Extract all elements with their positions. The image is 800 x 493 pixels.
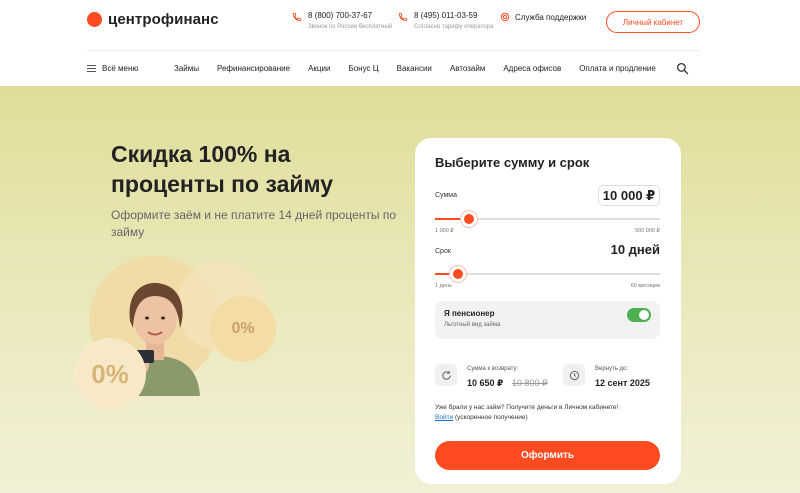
term-label: Срок [435,248,451,255]
logo-text: центрофинанс [108,11,219,28]
nav-item-autoloan[interactable]: Автозайм [450,64,485,73]
return-old-value: 10 800 ₽ [512,378,548,388]
calculator-title: Выберите сумму и срок [435,155,590,170]
due-value: 12 сент 2025 [595,378,650,388]
search-icon[interactable] [676,62,689,75]
personal-cabinet-button[interactable]: Личный кабинет [606,11,700,33]
hero-subtitle: Оформите заём и не платите 14 дней проце… [111,208,396,239]
site-header: центрофинанс 8 (800) 700-37-67 Звонок по… [0,0,800,50]
burger-menu-icon [87,65,96,72]
submit-loan-button[interactable]: Оформить [435,441,660,470]
loan-summary: Сумма к возврату: 10 650 ₽ 10 800 ₽ Верн… [435,364,660,394]
clock-icon [569,370,579,380]
zero-percent-badge-big: 0% [74,338,146,410]
zero-percent-badge-small: 0% [210,296,276,362]
amount-slider-handle[interactable] [460,211,477,227]
nav-item-vacancies[interactable]: Вакансии [397,64,432,73]
term-max: 60 месяцев [630,283,660,289]
amount-min: 1 000 ₽ [435,228,454,234]
pensioner-toggle[interactable] [627,308,651,322]
phone-moscow[interactable]: 8 (495) 011-03-59 Согласно тарифу операт… [398,11,493,30]
nav-items: Займы Рефинансирование Акции Бонус Ц Вак… [174,64,674,73]
phone-icon [398,12,408,22]
amount-label: Сумма [435,192,457,199]
all-menu-label: Всё меню [102,64,139,73]
due-icon-box [563,364,585,386]
term-min: 1 день [435,283,452,289]
term-value[interactable]: 10 дней [595,242,660,257]
amount-input[interactable]: 10 000 ₽ [598,185,660,206]
note-text: Уже брали у нас займ? Получите деньги в … [435,404,619,411]
nav-item-payment[interactable]: Оплата и продление [579,64,656,73]
note-after: (ускоренное получение) [455,414,528,421]
pensioner-subtitle: Льготный вид займа [444,322,501,328]
support-icon [500,12,510,22]
nav-item-bonus[interactable]: Бонус Ц [348,64,378,73]
phone-number: 8 (800) 700-37-67 [308,11,373,20]
logo-mark-icon [87,12,102,27]
nav-item-refinancing[interactable]: Рефинансирование [217,64,290,73]
amount-slider[interactable] [435,211,660,227]
phone-note: Звонок по России бесплатный [308,24,393,30]
due-label: Вернуть до: [595,366,629,372]
return-icon-box [435,364,457,386]
nav-item-offices[interactable]: Адреса офисов [503,64,561,73]
nav-item-promotions[interactable]: Акции [308,64,330,73]
support-link[interactable]: Служба поддержки [500,12,586,22]
hero-title: Скидка 100% на проценты по займу [111,141,334,197]
refresh-icon [441,370,451,380]
term-slider-handle[interactable] [449,266,466,282]
term-slider[interactable] [435,266,660,282]
logo[interactable]: центрофинанс [87,11,219,28]
pensioner-title: Я пенсионер [444,309,495,318]
support-label: Служба поддержки [515,12,587,22]
login-link[interactable]: Войти [435,414,453,421]
pensioner-option: Я пенсионер Льготный вид займа [435,301,660,339]
main-nav: Всё меню Займы Рефинансирование Акции Бо… [0,51,800,86]
amount-max: 500 000 ₽ [635,228,660,234]
term-range: 1 день 60 месяцев [435,283,660,289]
nav-item-loans[interactable]: Займы [174,64,199,73]
amount-range: 1 000 ₽ 500 000 ₽ [435,228,660,234]
return-value: 10 650 ₽ [467,378,504,388]
all-menu-button[interactable]: Всё меню [87,64,138,73]
phone-free[interactable]: 8 (800) 700-37-67 Звонок по России беспл… [292,11,392,30]
loan-calculator-card: Выберите сумму и срок Сумма 10 000 ₽ 1 0… [415,138,681,484]
phone-note: Согласно тарифу оператора [414,24,494,30]
login-note: Уже брали у нас займ? Получите деньги в … [435,403,660,423]
return-label: Сумма к возврату: [467,366,519,372]
phone-number: 8 (495) 011-03-59 [414,11,478,20]
hero-section: Скидка 100% на проценты по займу Оформит… [0,86,800,493]
phone-icon [292,12,302,22]
